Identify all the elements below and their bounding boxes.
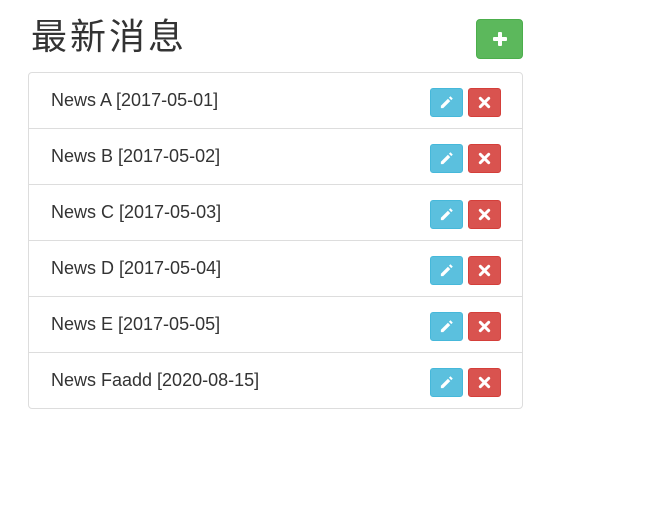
news-list: News A [2017-05-01] News B [2017-05-02] … [28, 72, 523, 409]
times-icon [478, 96, 491, 109]
item-actions [430, 88, 501, 117]
times-icon [478, 264, 491, 277]
edit-button[interactable] [430, 256, 463, 285]
times-icon [478, 320, 491, 333]
add-news-button[interactable] [476, 19, 523, 59]
item-actions [430, 200, 501, 229]
delete-button[interactable] [468, 256, 501, 285]
edit-button[interactable] [430, 200, 463, 229]
delete-button[interactable] [468, 312, 501, 341]
list-item: News B [2017-05-02] [29, 128, 522, 184]
list-item: News Faadd [2020-08-15] [29, 352, 522, 408]
edit-button[interactable] [430, 368, 463, 397]
news-title: News E [2017-05-05] [51, 314, 221, 334]
delete-button[interactable] [468, 144, 501, 173]
pencil-icon [439, 375, 454, 390]
plus-icon [492, 31, 508, 47]
pencil-icon [439, 263, 454, 278]
times-icon [478, 208, 491, 221]
times-icon [478, 152, 491, 165]
item-actions [430, 312, 501, 341]
edit-button[interactable] [430, 144, 463, 173]
list-item: News E [2017-05-05] [29, 296, 522, 352]
times-icon [478, 376, 491, 389]
edit-button[interactable] [430, 88, 463, 117]
page-title: 最新消息 [31, 17, 188, 58]
news-title: News B [2017-05-02] [51, 146, 221, 166]
item-actions [430, 368, 501, 397]
item-actions [430, 256, 501, 285]
list-item: News D [2017-05-04] [29, 240, 522, 296]
delete-button[interactable] [468, 368, 501, 397]
pencil-icon [439, 319, 454, 334]
list-item: News A [2017-05-01] [29, 73, 522, 128]
item-actions [430, 144, 501, 173]
delete-button[interactable] [468, 200, 501, 229]
pencil-icon [439, 207, 454, 222]
news-title: News C [2017-05-03] [51, 202, 222, 222]
news-title: News A [2017-05-01] [51, 90, 219, 110]
pencil-icon [439, 95, 454, 110]
edit-button[interactable] [430, 312, 463, 341]
delete-button[interactable] [468, 88, 501, 117]
news-title: News D [2017-05-04] [51, 258, 222, 278]
pencil-icon [439, 151, 454, 166]
news-title: News Faadd [2020-08-15] [51, 370, 260, 390]
list-item: News C [2017-05-03] [29, 184, 522, 240]
